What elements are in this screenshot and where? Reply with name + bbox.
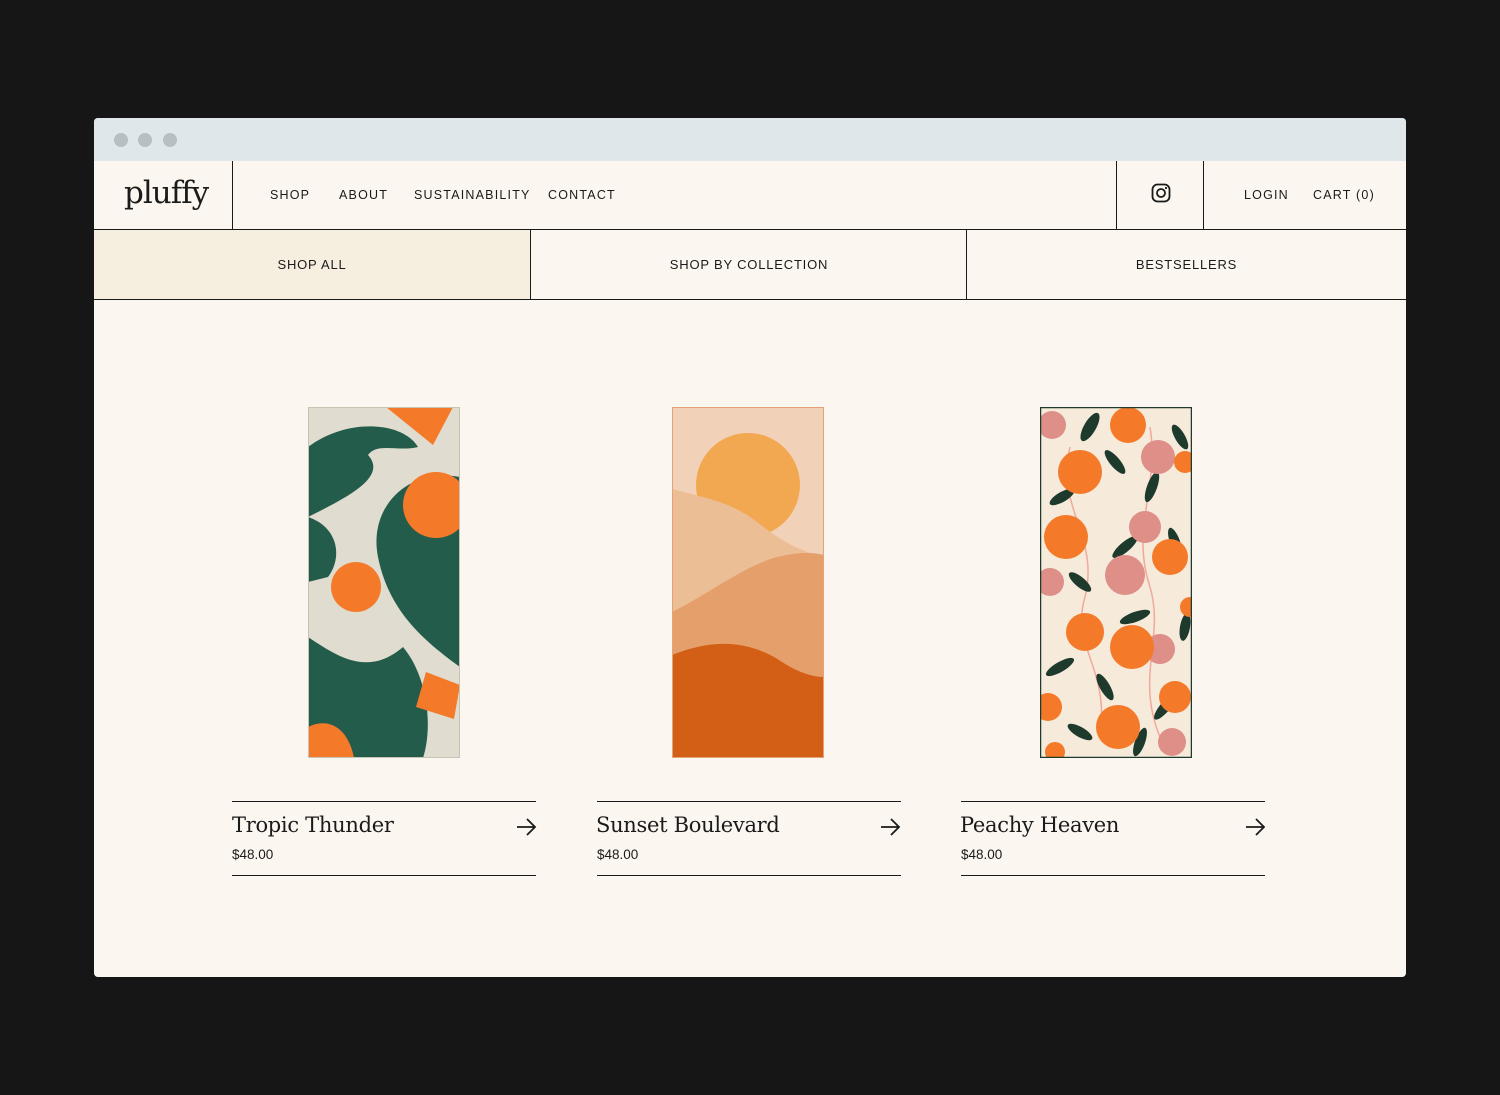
- card-divider: [232, 875, 536, 876]
- logo-cell: pluffy: [94, 161, 233, 229]
- window-minimize-dot[interactable]: [138, 133, 152, 147]
- card-divider: [597, 875, 901, 876]
- card-divider: [232, 801, 536, 802]
- product-name[interactable]: Sunset Boulevard: [596, 813, 780, 837]
- product-image-tropic-thunder[interactable]: [308, 407, 460, 758]
- arrow-right-icon[interactable]: [1245, 818, 1266, 836]
- tab-shop-all[interactable]: SHOP ALL: [94, 230, 530, 299]
- tab-shop-by-collection[interactable]: SHOP BY COLLECTION: [530, 230, 967, 299]
- nav-contact[interactable]: CONTACT: [548, 188, 616, 202]
- nav-about[interactable]: ABOUT: [339, 188, 388, 202]
- window-titlebar: [94, 118, 1406, 161]
- nav-shop[interactable]: SHOP: [270, 188, 310, 202]
- product-price: $48.00: [597, 847, 639, 862]
- card-divider: [597, 801, 901, 802]
- window-maximize-dot[interactable]: [163, 133, 177, 147]
- tab-bestsellers[interactable]: BESTSELLERS: [966, 230, 1406, 299]
- cart-link[interactable]: CART (0): [1313, 188, 1375, 202]
- product-image-peachy-heaven[interactable]: [1040, 407, 1192, 758]
- nav-sustainability[interactable]: SUSTAINABILITY: [414, 188, 531, 202]
- window-close-dot[interactable]: [114, 133, 128, 147]
- product-name[interactable]: Tropic Thunder: [232, 813, 394, 837]
- brand-logo[interactable]: pluffy: [124, 175, 209, 211]
- login-link[interactable]: LOGIN: [1244, 188, 1289, 202]
- card-divider: [961, 801, 1265, 802]
- arrow-right-icon[interactable]: [516, 818, 537, 836]
- arrow-right-icon[interactable]: [880, 818, 901, 836]
- instagram-cell: [1116, 161, 1204, 229]
- product-price: $48.00: [961, 847, 1003, 862]
- product-image-sunset-boulevard[interactable]: [672, 407, 824, 758]
- product-name[interactable]: Peachy Heaven: [960, 813, 1119, 837]
- product-price: $48.00: [232, 847, 274, 862]
- browser-window: pluffy SHOP ABOUT SUSTAINABILITY CONTACT…: [94, 118, 1406, 977]
- shop-tabs: SHOP ALL SHOP BY COLLECTION BESTSELLERS: [94, 230, 1406, 300]
- site-header: pluffy SHOP ABOUT SUSTAINABILITY CONTACT…: [94, 161, 1406, 230]
- instagram-icon[interactable]: [1151, 183, 1171, 203]
- card-divider: [961, 875, 1265, 876]
